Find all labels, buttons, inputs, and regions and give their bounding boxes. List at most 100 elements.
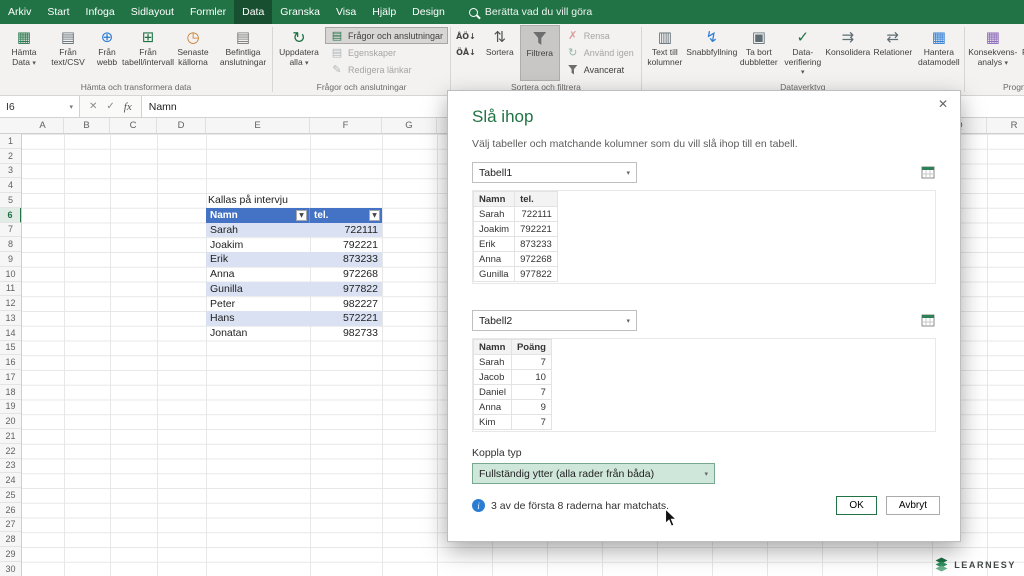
sort-ascending-button[interactable]: ÅÖ↓ xyxy=(454,29,478,43)
dialog-close-icon[interactable]: ✕ xyxy=(938,97,948,111)
table2-picker-icon[interactable] xyxy=(920,313,936,329)
sort-button[interactable]: ⇅ Sortera xyxy=(480,25,520,81)
column-header-A[interactable]: A xyxy=(22,118,64,133)
ribbon-tab[interactable]: Sidlayout xyxy=(123,0,182,24)
row-header-30[interactable]: 30 xyxy=(0,562,21,576)
remove-duplicates-button[interactable]: ▣ Ta bort dubbletter xyxy=(737,25,781,81)
cell-tel[interactable]: 972268 xyxy=(310,267,382,282)
cell-name[interactable]: Joakim xyxy=(206,237,310,252)
row-header-7[interactable]: 7 xyxy=(0,223,21,238)
cell-name[interactable]: Peter xyxy=(206,296,310,311)
table1-picker-icon[interactable] xyxy=(920,165,936,181)
cell-tel[interactable]: 982733 xyxy=(310,326,382,341)
confirm-entry-icon[interactable]: ✓ xyxy=(106,101,114,112)
row-header-20[interactable]: 20 xyxy=(0,414,21,429)
cell-name[interactable]: Gunilla xyxy=(206,282,310,297)
row-header-10[interactable]: 10 xyxy=(0,267,21,282)
row-header-15[interactable]: 15 xyxy=(0,341,21,356)
row-header-6[interactable]: 6 xyxy=(0,208,22,223)
text-to-columns-button[interactable]: ▥ Text till kolumner xyxy=(643,25,687,81)
advanced-filter-button[interactable]: Avancerat xyxy=(561,61,639,78)
header-cell-tel[interactable]: tel. ▼ xyxy=(310,208,382,223)
cell-tel[interactable]: 873233 xyxy=(310,252,382,267)
get-data-button[interactable]: ▦ Hämta Data ▾ xyxy=(1,25,47,81)
row-header-21[interactable]: 21 xyxy=(0,429,21,444)
ribbon-tab[interactable]: Design xyxy=(404,0,453,24)
ribbon-tab[interactable]: Formler xyxy=(182,0,234,24)
cell-e5-title[interactable]: Kallas på intervju xyxy=(208,193,288,208)
row-header-17[interactable]: 17 xyxy=(0,370,21,385)
cell-tel[interactable]: 722111 xyxy=(310,223,382,238)
sort-descending-button[interactable]: ÖÅ↓ xyxy=(454,45,478,59)
row-header-9[interactable]: 9 xyxy=(0,252,21,267)
row-header-22[interactable]: 22 xyxy=(0,444,21,459)
header-cell-namn[interactable]: Namn ▼ xyxy=(206,208,310,223)
column-header-E[interactable]: E xyxy=(206,118,310,133)
ribbon-tab[interactable]: Arkiv xyxy=(0,0,39,24)
flash-fill-button[interactable]: ↯ Snabbfyllning xyxy=(687,25,737,81)
row-header-14[interactable]: 14 xyxy=(0,326,21,341)
table-row[interactable]: Joakim 792221 xyxy=(206,237,382,252)
existing-connections-button[interactable]: ▤ Befintliga anslutningar xyxy=(215,25,271,81)
ok-button[interactable]: OK xyxy=(836,496,876,515)
cell-name[interactable]: Sarah xyxy=(206,223,310,238)
ribbon-tab[interactable]: Data xyxy=(234,0,272,24)
table-row[interactable]: Sarah 722111 xyxy=(206,223,382,238)
filter-button[interactable]: Filtrera xyxy=(520,25,560,81)
recent-sources-button[interactable]: ◷ Senaste källorna xyxy=(171,25,215,81)
row-header-4[interactable]: 4 xyxy=(0,178,21,193)
ribbon-tab[interactable]: Visa xyxy=(328,0,364,24)
manage-data-model-button[interactable]: ▦ Hantera datamodell xyxy=(915,25,963,81)
cell-tel[interactable]: 982227 xyxy=(310,296,382,311)
row-header-27[interactable]: 27 xyxy=(0,518,21,533)
forecast-sheet-button[interactable]: ↗ Prognosblad xyxy=(1020,25,1024,81)
ribbon-tab[interactable]: Start xyxy=(39,0,77,24)
table-row[interactable]: Peter 982227 xyxy=(206,296,382,311)
join-type-select[interactable]: Fullständig ytter (alla rader från båda)… xyxy=(472,463,715,484)
table-row[interactable]: Hans 572221 xyxy=(206,311,382,326)
filter-dropdown-icon[interactable]: ▼ xyxy=(296,210,307,221)
row-header-26[interactable]: 26 xyxy=(0,503,21,518)
row-header-5[interactable]: 5 xyxy=(0,193,21,208)
cancel-entry-icon[interactable]: ✕ xyxy=(89,101,97,112)
column-header-C[interactable]: C xyxy=(110,118,157,133)
cell-tel[interactable]: 977822 xyxy=(310,282,382,297)
cell-name[interactable]: Anna xyxy=(206,267,310,282)
what-if-analysis-button[interactable]: ▦ Konsekvens- analys ▾ xyxy=(966,25,1020,81)
row-header-25[interactable]: 25 xyxy=(0,488,21,503)
cell-tel[interactable]: 792221 xyxy=(310,237,382,252)
row-header-18[interactable]: 18 xyxy=(0,385,21,400)
relationships-button[interactable]: ⇄ Relationer xyxy=(871,25,915,81)
consolidate-button[interactable]: ⇉ Konsolidera xyxy=(825,25,871,81)
insert-function-icon[interactable]: fx xyxy=(124,101,132,113)
filter-dropdown-icon[interactable]: ▼ xyxy=(369,210,380,221)
ribbon-tab[interactable]: Infoga xyxy=(78,0,123,24)
row-header-24[interactable]: 24 xyxy=(0,473,21,488)
column-header-F[interactable]: F xyxy=(310,118,382,133)
column-header-R[interactable]: R xyxy=(987,118,1024,133)
row-header-8[interactable]: 8 xyxy=(0,237,21,252)
name-box[interactable]: I6 ▾ xyxy=(0,96,80,117)
from-web-button[interactable]: ⊕ Från webb xyxy=(89,25,125,81)
tell-me-search[interactable]: Berätta vad du vill göra xyxy=(457,0,604,24)
row-header-19[interactable]: 19 xyxy=(0,400,21,415)
row-header-2[interactable]: 2 xyxy=(0,149,21,164)
row-header-1[interactable]: 1 xyxy=(0,134,21,149)
queries-connections-button[interactable]: ▤ Frågor och anslutningar xyxy=(325,27,448,44)
cell-name[interactable]: Erik xyxy=(206,252,310,267)
cancel-button[interactable]: Avbryt xyxy=(886,496,940,515)
row-header-3[interactable]: 3 xyxy=(0,164,21,179)
row-header-13[interactable]: 13 xyxy=(0,311,21,326)
row-header-28[interactable]: 28 xyxy=(0,532,21,547)
table-row[interactable]: Gunilla 977822 xyxy=(206,282,382,297)
cell-name[interactable]: Jonatan xyxy=(206,326,310,341)
column-header-B[interactable]: B xyxy=(64,118,110,133)
refresh-all-button[interactable]: ↻ Uppdatera alla ▾ xyxy=(274,25,324,81)
cell-tel[interactable]: 572221 xyxy=(310,311,382,326)
cell-name[interactable]: Hans xyxy=(206,311,310,326)
row-header-29[interactable]: 29 xyxy=(0,547,21,562)
data-validation-button[interactable]: ✓ Data- verifiering ▾ xyxy=(781,25,825,81)
ribbon-tab[interactable]: Hjälp xyxy=(364,0,404,24)
from-table-button[interactable]: ⊞ Från tabell/intervall xyxy=(125,25,171,81)
table2-select[interactable]: Tabell2 ▾ xyxy=(472,310,637,331)
